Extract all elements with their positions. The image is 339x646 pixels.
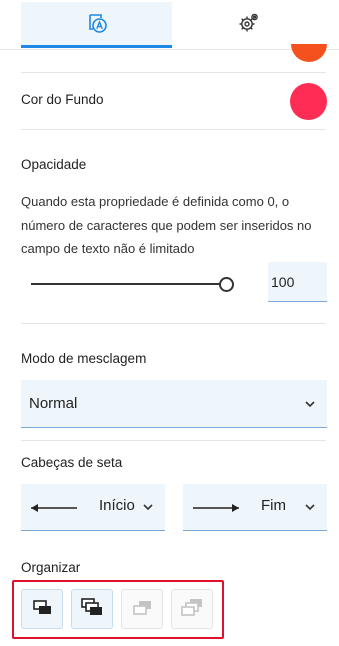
opacity-slider-thumb[interactable]	[219, 277, 234, 292]
divider	[21, 323, 326, 324]
divider	[21, 72, 326, 73]
blend-mode-value: Normal	[29, 395, 78, 412]
arrowhead-start-value: Início	[99, 497, 135, 514]
send-backward-button[interactable]	[121, 589, 163, 629]
arrowhead-end-select[interactable]: Fim	[183, 484, 327, 531]
arrowhead-end-value: Fim	[261, 497, 286, 514]
divider	[21, 440, 326, 441]
bring-to-front-icon	[80, 597, 104, 622]
arrange-label: Organizar	[21, 560, 81, 575]
send-to-back-icon	[180, 597, 204, 622]
color-swatch-top[interactable]	[291, 44, 327, 62]
gear-icon	[238, 12, 260, 39]
opacity-label: Opacidade	[21, 157, 87, 172]
arrowheads-label: Cabeças de seta	[21, 455, 123, 470]
panel-tabs	[0, 0, 339, 50]
arrow-left-icon	[30, 501, 78, 519]
blend-mode-label: Modo de mesclagem	[21, 351, 147, 366]
opacity-value-input[interactable]	[268, 262, 327, 302]
text-style-icon	[86, 12, 108, 39]
bring-forward-icon	[31, 598, 53, 621]
tab-text-style[interactable]	[21, 2, 172, 48]
chevron-down-icon	[303, 397, 317, 411]
background-color-label: Cor do Fundo	[21, 92, 104, 107]
background-color-swatch[interactable]	[290, 83, 327, 120]
active-tab-indicator	[21, 45, 172, 48]
bring-forward-button[interactable]	[21, 589, 63, 629]
opacity-description: Quando esta propriedade é definida como …	[21, 194, 312, 256]
send-backward-icon	[131, 598, 153, 621]
send-to-back-button[interactable]	[171, 589, 213, 629]
blend-mode-select[interactable]: Normal	[21, 380, 327, 428]
arrow-right-icon	[192, 501, 240, 519]
tab-settings[interactable]	[172, 2, 325, 48]
chevron-down-icon	[303, 500, 317, 514]
arrowhead-start-select[interactable]: Início	[21, 484, 165, 531]
chevron-down-icon	[141, 500, 155, 514]
divider	[21, 129, 326, 130]
bring-to-front-button[interactable]	[71, 589, 113, 629]
opacity-slider-track[interactable]	[31, 283, 226, 285]
